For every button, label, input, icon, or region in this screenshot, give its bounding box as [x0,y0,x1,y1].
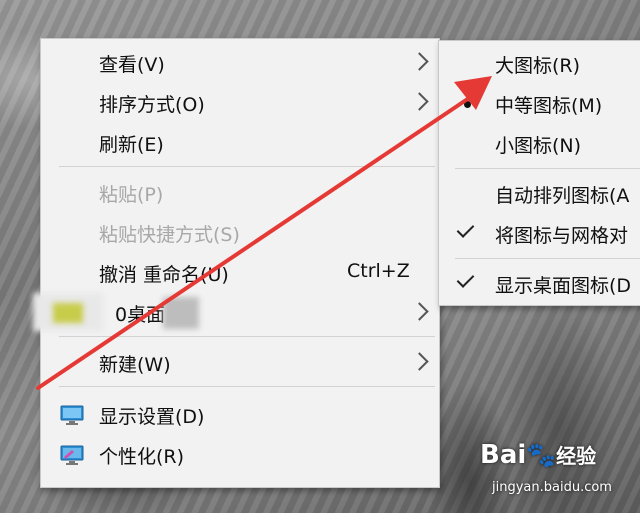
baidu-logo: Bai🐾经验 [480,440,596,470]
paw-icon: 🐾 [526,441,557,469]
baidu-brand-suffix: 经验 [556,444,597,468]
watermark-url: jingyan.baidu.com [492,480,612,495]
annotation-arrow [36,76,492,390]
baidu-brand-text: Bai [480,440,527,470]
